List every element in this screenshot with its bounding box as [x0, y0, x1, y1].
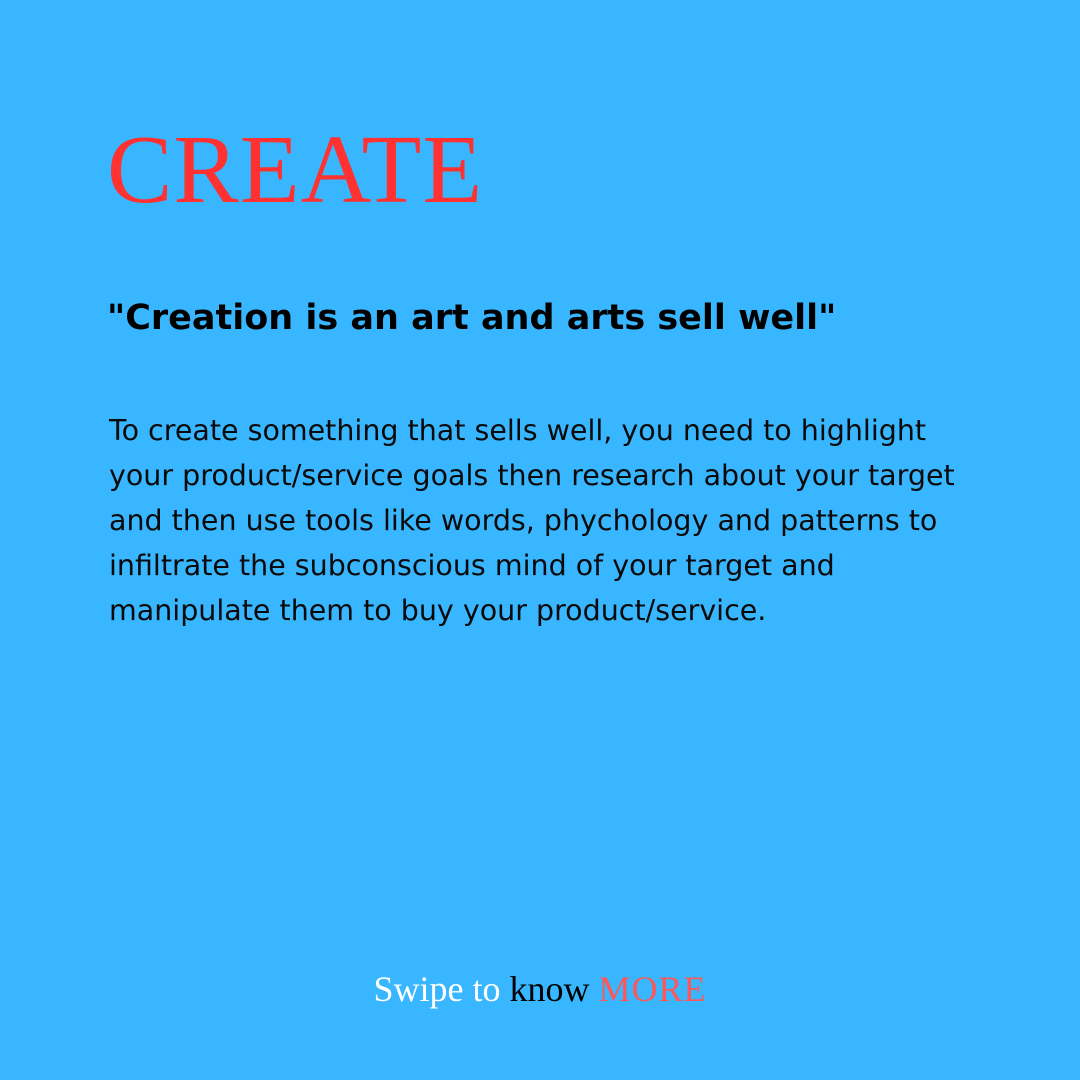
cta-know-text: know: [509, 969, 590, 1009]
body-paragraph: To create something that sells well, you…: [109, 414, 955, 627]
swipe-call-to-action: Swipe to know MORE: [0, 968, 1080, 1011]
cta-swipe-text: Swipe to: [373, 969, 501, 1009]
cta-more-text: MORE: [598, 969, 707, 1009]
quote-heading: "Creation is an art and arts sell well": [107, 298, 837, 338]
slide-title: CREATE: [107, 116, 484, 224]
slide-canvas: CREATE "Creation is an art and arts sell…: [0, 0, 1080, 1080]
